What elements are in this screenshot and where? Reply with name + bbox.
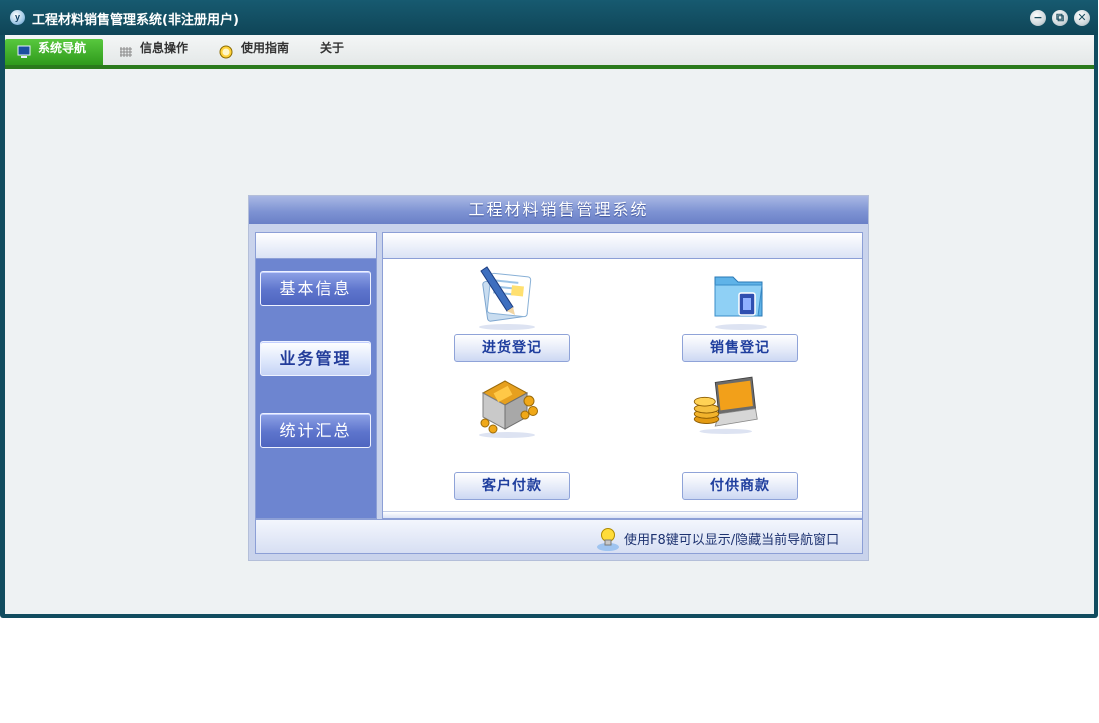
monitor-icon — [17, 45, 31, 58]
menu-item-about[interactable]: 关于 — [316, 39, 356, 65]
category-business-mgmt-button[interactable]: 业务管理 — [260, 341, 371, 376]
menu-item-label: 使用指南 — [241, 41, 290, 55]
menu-item-system-nav[interactable]: 系统导航 — [5, 39, 103, 65]
client-area: 系统导航 信息操作 使用指南 关于 工程材料销售管理系统 基本信息 业务管理 统… — [5, 35, 1094, 614]
customer-payment-button[interactable]: 客户付款 — [454, 472, 570, 500]
function-area: 进货登记 销售登记 客户付款 付供商款 — [382, 232, 863, 519]
function-area-footer — [383, 511, 862, 518]
laptop-coins-icon[interactable] — [689, 371, 759, 441]
building-coins-icon[interactable] — [471, 371, 541, 441]
category-column-header — [256, 233, 376, 259]
menu-item-user-guide[interactable]: 使用指南 — [215, 39, 307, 65]
app-logo-icon: y — [10, 10, 25, 25]
menu-item-label: 系统导航 — [38, 41, 87, 55]
category-column: 基本信息 业务管理 统计汇总 — [255, 232, 377, 519]
grid-icon — [120, 47, 132, 57]
menu-item-label: 信息操作 — [140, 41, 189, 55]
title-bar[interactable]: y 工程材料销售管理系统(非注册用户) − ⧉ ✕ — [0, 0, 1098, 35]
category-statistics-button[interactable]: 统计汇总 — [260, 413, 371, 448]
tip-text: 使用F8键可以显示/隐藏当前导航窗口 — [624, 533, 840, 548]
pay-supplier-button[interactable]: 付供商款 — [682, 472, 798, 500]
pen-document-icon[interactable] — [471, 263, 541, 333]
sales-entry-button[interactable]: 销售登记 — [682, 334, 798, 362]
blue-folder-icon[interactable] — [705, 263, 775, 333]
minimize-button[interactable]: − — [1030, 10, 1046, 26]
lightbulb-icon — [597, 528, 619, 551]
panel-title: 工程材料销售管理系统 — [249, 196, 868, 224]
tip-bar: 使用F8键可以显示/隐藏当前导航窗口 — [255, 519, 863, 554]
function-area-header — [383, 233, 862, 259]
clock-icon — [219, 45, 233, 59]
main-window: y 工程材料销售管理系统(非注册用户) − ⧉ ✕ 系统导航 信息操作 使用指南… — [0, 0, 1098, 618]
restore-button[interactable]: ⧉ — [1052, 10, 1068, 26]
menu-item-info-ops[interactable]: 信息操作 — [115, 39, 205, 65]
close-button[interactable]: ✕ — [1074, 10, 1090, 26]
menu-bar: 系统导航 信息操作 使用指南 关于 — [5, 35, 1094, 69]
menu-item-label: 关于 — [320, 41, 345, 55]
window-title: 工程材料销售管理系统(非注册用户) — [32, 13, 239, 28]
navigation-panel: 工程材料销售管理系统 基本信息 业务管理 统计汇总 进货登记 销售登记 客户付款… — [248, 195, 869, 561]
category-basic-info-button[interactable]: 基本信息 — [260, 271, 371, 306]
purchase-entry-button[interactable]: 进货登记 — [454, 334, 570, 362]
